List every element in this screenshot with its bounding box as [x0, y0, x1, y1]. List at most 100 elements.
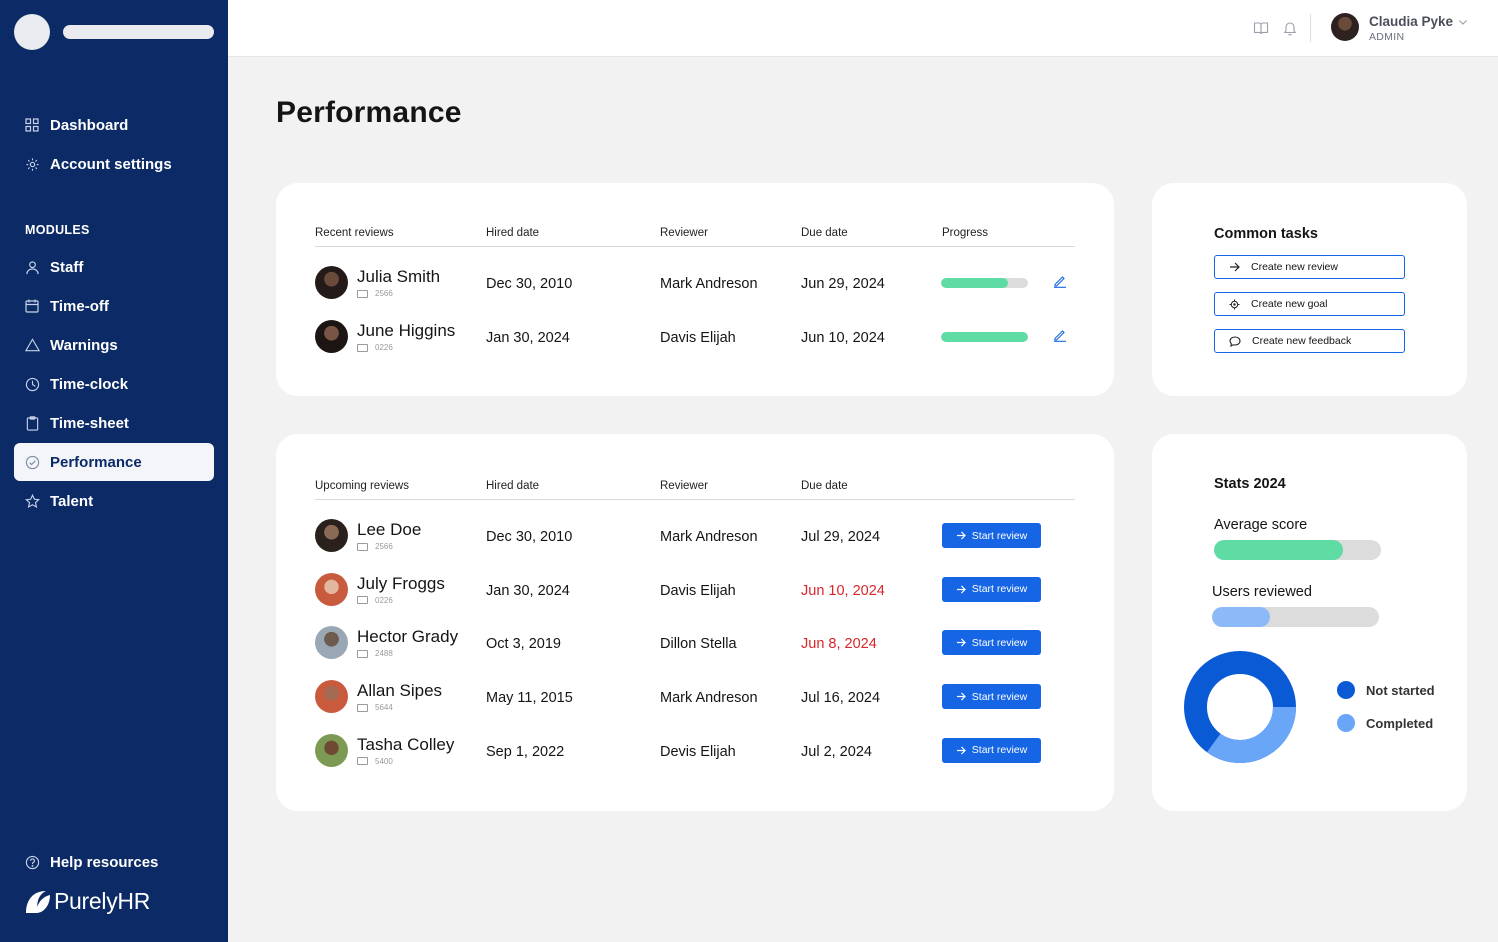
- clipboard-icon: [24, 415, 40, 431]
- id-card-icon: [357, 757, 368, 765]
- employee-name[interactable]: Hector Grady: [357, 627, 458, 647]
- user-name[interactable]: Claudia Pyke: [1369, 14, 1453, 29]
- question-circle-icon: [24, 854, 40, 870]
- arrow-right-icon: [956, 692, 966, 701]
- header-due-date: Due date: [801, 227, 848, 239]
- hired-date: Oct 3, 2019: [486, 636, 561, 652]
- table-row: Hector Grady2488Oct 3, 2019Dillon Stella…: [315, 623, 1075, 667]
- arrow-right-icon: [956, 638, 966, 647]
- hired-date: Dec 30, 2010: [486, 276, 572, 292]
- arrow-right-icon: [956, 585, 966, 594]
- chat-bubble-icon: [1229, 336, 1241, 347]
- review-progress-fill: [941, 278, 1008, 288]
- header-hired-date: Hired date: [486, 480, 539, 492]
- avatar[interactable]: [315, 680, 348, 713]
- bell-icon[interactable]: [1282, 20, 1298, 36]
- id-card-icon: [357, 650, 368, 658]
- header-hired-date: Hired date: [486, 227, 539, 239]
- employee-name[interactable]: June Higgins: [357, 321, 455, 341]
- stats-card: Stats 2024 Average score Users reviewed …: [1152, 434, 1467, 811]
- employee-id-number: 5400: [375, 757, 393, 766]
- avatar[interactable]: [315, 573, 348, 606]
- table-row: Allan Sipes5644May 11, 2015Mark Andreson…: [315, 677, 1075, 721]
- create-new-feedback-button[interactable]: Create new feedback: [1214, 329, 1405, 353]
- check-circle-icon: [24, 454, 40, 470]
- edit-pencil-icon[interactable]: [1053, 274, 1067, 288]
- sidebar-item-time-clock[interactable]: Time-clock: [14, 365, 214, 403]
- start-review-button[interactable]: Start review: [942, 684, 1041, 709]
- sidebar-item-label: Staff: [50, 259, 83, 276]
- employee-id: 0226: [357, 343, 393, 352]
- sidebar-item-time-sheet[interactable]: Time-sheet: [14, 404, 214, 442]
- reviewer: Mark Andreson: [660, 690, 758, 706]
- edit-pencil-icon[interactable]: [1053, 328, 1067, 342]
- sidebar-item-time-off[interactable]: Time-off: [14, 287, 214, 325]
- sidebar-item-performance[interactable]: Performance: [14, 443, 214, 481]
- reviews-donut-chart: [1183, 650, 1297, 764]
- start-review-button[interactable]: Start review: [942, 523, 1041, 548]
- sidebar-item-warnings[interactable]: Warnings: [14, 326, 214, 364]
- start-review-button[interactable]: Start review: [942, 738, 1041, 763]
- modules-section-title: MODULES: [25, 223, 90, 237]
- task-label: Create new goal: [1251, 298, 1327, 310]
- employee-id: 2566: [357, 542, 393, 551]
- start-review-label: Start review: [972, 583, 1027, 595]
- employee-id: 2566: [357, 289, 393, 298]
- employee-id-number: 0226: [375, 343, 393, 352]
- dashboard-grid-icon: [24, 117, 40, 133]
- due-date: Jul 2, 2024: [801, 744, 872, 760]
- table-row: July Froggs0226Jan 30, 2024Davis ElijahJ…: [315, 570, 1075, 614]
- start-review-button[interactable]: Start review: [942, 577, 1041, 602]
- id-card-icon: [357, 596, 368, 604]
- id-card-icon: [357, 290, 368, 298]
- employee-name[interactable]: Lee Doe: [357, 520, 421, 540]
- employee-name[interactable]: Julia Smith: [357, 267, 440, 287]
- target-icon: [1229, 299, 1240, 310]
- chevron-down-icon[interactable]: [1457, 16, 1469, 28]
- sidebar-item-label: Time-off: [50, 298, 109, 315]
- start-review-label: Start review: [972, 530, 1027, 542]
- sidebar-item-account-settings[interactable]: Account settings: [14, 145, 214, 183]
- employee-id-number: 2566: [375, 542, 393, 551]
- sidebar-item-help-resources[interactable]: Help resources: [14, 843, 214, 881]
- user-icon: [24, 259, 40, 275]
- page-title: Performance: [276, 96, 462, 130]
- task-label: Create new review: [1251, 261, 1338, 273]
- legend-dot-completed: [1337, 714, 1355, 732]
- avatar[interactable]: [315, 519, 348, 552]
- start-review-button[interactable]: Start review: [942, 630, 1041, 655]
- create-new-goal-button[interactable]: Create new goal: [1214, 292, 1405, 316]
- hired-date: Sep 1, 2022: [486, 744, 564, 760]
- create-new-review-button[interactable]: Create new review: [1214, 255, 1405, 279]
- employee-name[interactable]: July Froggs: [357, 574, 445, 594]
- arrow-right-icon: [956, 531, 966, 540]
- upcoming-reviews-header: Upcoming reviews Hired date Reviewer Due…: [315, 470, 1075, 500]
- hired-date: May 11, 2015: [486, 690, 573, 706]
- users-reviewed-label: Users reviewed: [1212, 584, 1312, 600]
- sidebar-item-label: Talent: [50, 493, 93, 510]
- employee-name[interactable]: Tasha Colley: [357, 735, 454, 755]
- employee-name[interactable]: Allan Sipes: [357, 681, 442, 701]
- book-icon[interactable]: [1253, 20, 1269, 36]
- employee-id: 2488: [357, 649, 393, 658]
- sidebar-item-label: Warnings: [50, 337, 118, 354]
- employee-id-number: 0226: [375, 596, 393, 605]
- sidebar-item-staff[interactable]: Staff: [14, 248, 214, 286]
- calendar-icon: [24, 298, 40, 314]
- brand-logo: PurelyHR: [24, 888, 150, 915]
- sidebar-item-dashboard[interactable]: Dashboard: [14, 106, 214, 144]
- avatar[interactable]: [315, 626, 348, 659]
- due-date: Jun 8, 2024: [801, 636, 877, 652]
- users-reviewed-fill: [1212, 607, 1270, 627]
- sidebar-item-label: Help resources: [50, 854, 158, 871]
- avatar[interactable]: [315, 266, 348, 299]
- user-avatar[interactable]: [1331, 13, 1359, 41]
- avatar[interactable]: [315, 320, 348, 353]
- due-date: Jun 10, 2024: [801, 330, 885, 346]
- sidebar-item-talent[interactable]: Talent: [14, 482, 214, 520]
- users-reviewed-bar: [1212, 607, 1379, 627]
- avatar[interactable]: [315, 734, 348, 767]
- sidebar: Dashboard Account settings MODULES Staff…: [0, 0, 228, 942]
- review-progress-fill: [941, 332, 1028, 342]
- reviewer: Mark Andreson: [660, 529, 758, 545]
